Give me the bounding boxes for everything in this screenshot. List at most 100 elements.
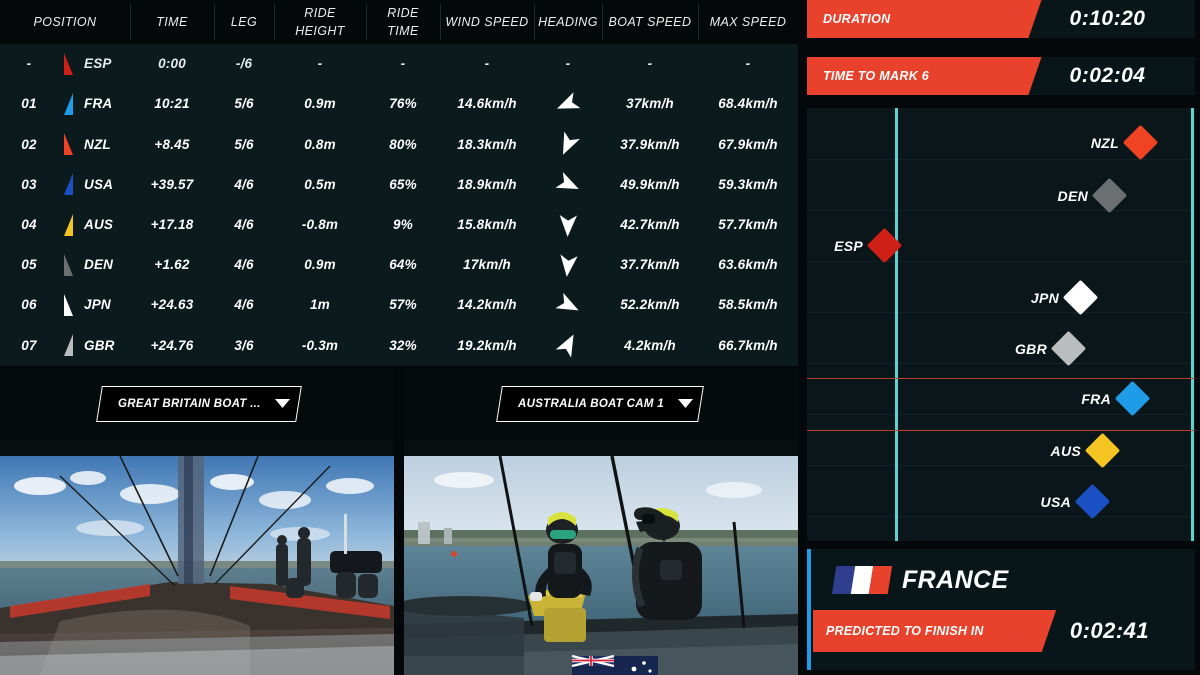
map-boat-marker-jpn[interactable]: JPN: [1031, 279, 1099, 316]
video-feed-aus[interactable]: [404, 456, 798, 675]
cell-leg: 4/6: [234, 257, 254, 273]
heading-arrow-icon: [555, 292, 579, 311]
column-header-ride-time[interactable]: RIDE TIME: [366, 0, 440, 44]
cell-max-speed: 66.7km/h: [718, 337, 778, 353]
cell-time: +39.57: [150, 176, 194, 192]
team-sail-icon-jpn: [58, 285, 80, 325]
france-flag-icon: [831, 566, 893, 594]
map-boat-marker-gbr[interactable]: GBR: [1014, 330, 1087, 367]
column-header-max-speed[interactable]: MAX SPEED: [698, 0, 798, 44]
cam-dropdown-gbr[interactable]: GREAT BRITAIN BOAT ...: [96, 386, 302, 422]
video-frame-aus: [404, 456, 798, 675]
heading-arrow-icon: [555, 334, 574, 358]
heading-arrow-icon: [562, 131, 580, 155]
table-row[interactable]: 03 USA +39.57 4/6 0.5m 65% 18.9km/h 49.9km/h 59.…: [0, 165, 798, 205]
map-start-line: [895, 108, 898, 541]
sail-icon: [63, 334, 73, 357]
cell-time: +17.18: [150, 217, 194, 233]
chevron-down-icon: [677, 395, 693, 413]
cell-boat-speed: 42.7km/h: [620, 217, 680, 233]
column-header-boat-speed[interactable]: BOAT SPEED: [602, 0, 698, 44]
timer-label: DURATION: [823, 12, 891, 26]
cam-selector-bar-1: GREAT BRITAIN BOAT ...: [0, 368, 394, 440]
cell-max-speed: 57.7km/h: [718, 217, 778, 233]
cell-ride-time: 76%: [389, 96, 417, 112]
table-row[interactable]: 05 DEN +1.62 4/6 0.9m 64% 17km/h 37.7km/h 63.6km…: [0, 245, 798, 285]
map-boat-marker-esp[interactable]: ESP: [834, 227, 903, 264]
cell-leg: 4/6: [234, 297, 254, 313]
leaderboard-header-row: POSITION TIME LEG RIDE HEIGHT RIDE TIME WIND …: [0, 0, 798, 44]
cell-ride-height: 0.5m: [304, 176, 336, 192]
cell-team-code: ESP: [84, 56, 112, 72]
cell-time: 0:00: [158, 56, 186, 72]
chevron-down-icon: [274, 395, 290, 413]
country-name: FRANCE: [902, 565, 1009, 594]
panel-accent-bar: [807, 549, 811, 670]
cell-heading: [534, 205, 602, 245]
column-header-position[interactable]: POSITION: [0, 0, 130, 44]
heading-arrow-icon: [555, 172, 579, 190]
sail-icon: [63, 253, 73, 276]
heading-arrow-icon: [560, 254, 578, 277]
cam-dropdown-aus[interactable]: AUSTRALIA BOAT CAM 1: [496, 386, 704, 422]
timer-label: TIME TO MARK 6: [823, 69, 930, 83]
column-separator: [698, 4, 699, 40]
cell-wind-speed: 19.2km/h: [457, 337, 517, 353]
right-column: DURATION 0:10:20 TIME TO MARK 6 0:02:04 NZL…: [802, 0, 1200, 675]
heading-arrow-icon: [557, 92, 581, 109]
team-sail-icon-aus: [58, 205, 80, 245]
heading-arrow-icon: [559, 214, 578, 237]
cell-ride-time: 32%: [389, 337, 417, 353]
cell-position: 06: [21, 297, 37, 313]
diamond-icon: [1062, 279, 1099, 316]
column-header-leg[interactable]: LEG: [214, 0, 274, 44]
timer-banner-time-to-mark-6: TIME TO MARK 6 0:02:04: [807, 57, 1195, 95]
france-summary-panel: FRANCE PREDICTED TO FINISH IN 0:02:41: [807, 549, 1195, 670]
table-row[interactable]: 02 NZL +8.45 5/6 0.8m 80% 18.3km/h 37.9km/h 67.9…: [0, 124, 798, 164]
cell-max-speed: 67.9km/h: [718, 136, 778, 152]
table-row[interactable]: - ESP 0:00 -/6 - - - - - -: [0, 44, 798, 84]
cell-team-code: DEN: [84, 257, 114, 273]
cell-team-code: USA: [84, 176, 114, 192]
diamond-icon: [1122, 124, 1159, 161]
cell-wind-speed: -: [484, 56, 490, 72]
map-boat-marker-den[interactable]: DEN: [1058, 177, 1128, 214]
cell-wind-speed: 14.6km/h: [457, 96, 517, 112]
video-feed-gbr[interactable]: [0, 456, 394, 675]
diamond-icon: [1114, 380, 1151, 417]
table-row[interactable]: 04 AUS +17.18 4/6 -0.8m 9% 15.8km/h 42.7km/h 57.…: [0, 205, 798, 245]
cam-dropdown-label-gbr: GREAT BRITAIN BOAT ...: [118, 398, 261, 410]
table-row[interactable]: 07 GBR +24.76 3/6 -0.3m 32% 19.2km/h 4.2km/h 66.…: [0, 325, 798, 365]
column-header-time[interactable]: TIME: [130, 0, 214, 44]
cell-max-speed: -: [745, 56, 751, 72]
map-boat-label: NZL: [1090, 134, 1119, 151]
cell-position: 01: [21, 96, 37, 112]
leaderboard-body: - ESP 0:00 -/6 - - - - - - 01 FRA 10:21 5/6 0.9m 76% 14.…: [0, 44, 798, 366]
cell-max-speed: 59.3km/h: [718, 176, 778, 192]
map-boat-marker-aus[interactable]: AUS: [1050, 432, 1121, 469]
cell-heading: [534, 285, 602, 325]
column-header-heading[interactable]: HEADING: [534, 0, 602, 44]
table-row[interactable]: 06 JPN +24.63 4/6 1m 57% 14.2km/h 52.2km/h 58.5k…: [0, 285, 798, 325]
map-boat-marker-nzl[interactable]: NZL: [1090, 124, 1159, 161]
cell-position: 04: [21, 217, 37, 233]
map-boat-label: GBR: [1014, 340, 1047, 357]
map-boat-marker-fra[interactable]: FRA: [1081, 380, 1151, 417]
column-header-wind-speed[interactable]: WIND SPEED: [440, 0, 534, 44]
cell-ride-height: 0.9m: [304, 96, 336, 112]
cell-position: 03: [21, 176, 37, 192]
cell-max-speed: 58.5km/h: [718, 297, 778, 313]
table-row[interactable]: 01 FRA 10:21 5/6 0.9m 76% 14.6km/h 37km/h 68.4km…: [0, 84, 798, 124]
column-separator: [602, 4, 603, 40]
video-frame-gbr: [0, 456, 394, 675]
cell-wind-speed: 15.8km/h: [457, 217, 517, 233]
map-boat-label: AUS: [1050, 442, 1081, 459]
column-header-ride-height[interactable]: RIDE HEIGHT: [274, 0, 366, 44]
map-gridline: [807, 465, 1195, 466]
map-boat-marker-usa[interactable]: USA: [1041, 483, 1111, 520]
cell-ride-time: 57%: [389, 297, 417, 313]
column-separator: [274, 4, 275, 40]
column-separator: [130, 4, 131, 40]
sail-icon: [63, 173, 73, 196]
cell-time: +1.62: [154, 257, 190, 273]
